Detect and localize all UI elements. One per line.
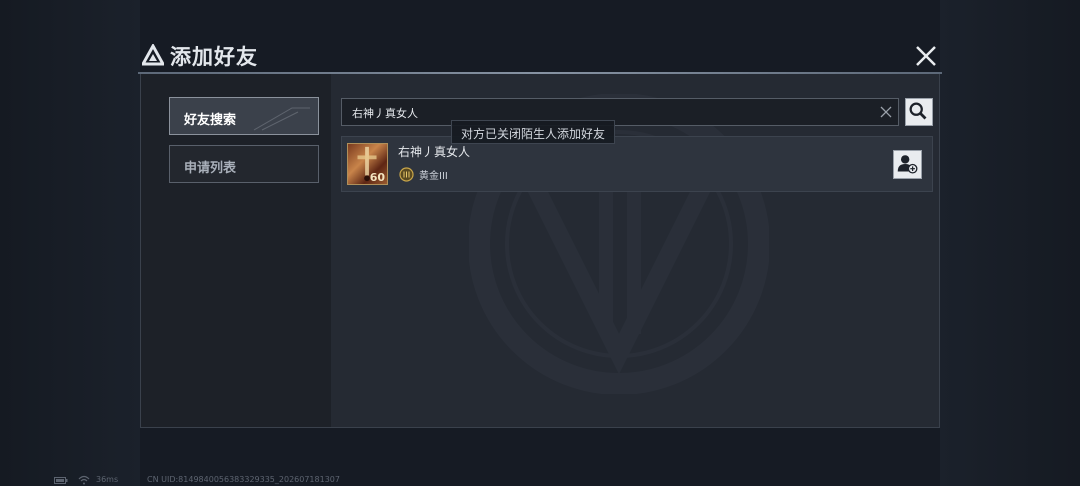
player-level: 60 (369, 171, 385, 184)
triangle-logo-icon (142, 44, 164, 66)
tab-friend-search[interactable]: 好友搜索 (169, 97, 319, 135)
uid-text: CN UID:8149840056383329335_202607181307 (147, 475, 340, 484)
tab-decoration (253, 107, 310, 131)
search-input[interactable]: 右神丿真女人 (341, 98, 899, 126)
close-icon[interactable] (914, 44, 938, 68)
clear-icon[interactable] (880, 106, 892, 118)
tab-label: 申请列表 (184, 161, 237, 176)
add-friend-button[interactable] (893, 150, 922, 179)
wifi-icon (78, 475, 90, 485)
ping-value: 36ms (96, 475, 119, 484)
dialog-title: 添加好友 (170, 45, 258, 69)
dialog-titlebar: 添加好友 (138, 40, 942, 72)
sidebar: 好友搜索 申请列表 (141, 74, 331, 427)
tab-label: 好友搜索 (184, 113, 237, 128)
battery-icon (54, 477, 68, 484)
player-rank: 黄金III (419, 171, 448, 182)
background-left (0, 0, 140, 486)
tab-request-list[interactable]: 申请列表 (169, 145, 319, 183)
search-input-value: 右神丿真女人 (352, 107, 418, 120)
list-item[interactable]: 60 右神丿真女人 黄金III (341, 136, 933, 192)
gold-rank-icon (399, 167, 414, 182)
search-button[interactable] (905, 98, 933, 126)
background-right (940, 0, 1080, 486)
avatar[interactable]: 60 (347, 143, 388, 185)
toast-message: 对方已关闭陌生人添加好友 (451, 120, 615, 144)
search-icon (909, 102, 927, 120)
search-content: 右神丿真女人 60 右神丿真女人 黄金III (331, 74, 939, 427)
add-friend-icon (897, 155, 918, 174)
player-name: 右神丿真女人 (398, 145, 471, 159)
